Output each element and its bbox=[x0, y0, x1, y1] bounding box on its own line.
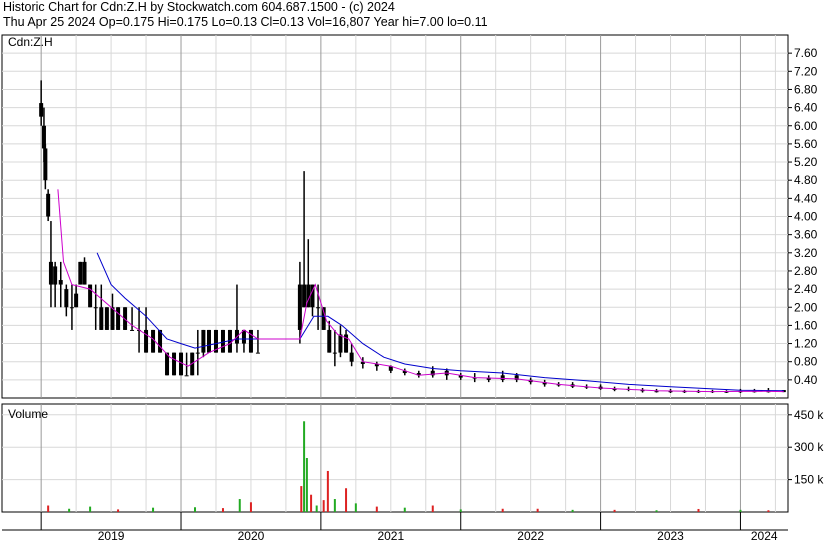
year-label: 2019 bbox=[98, 529, 125, 543]
volume-bar bbox=[300, 486, 303, 512]
price-body bbox=[99, 307, 104, 330]
volume-bar bbox=[459, 509, 462, 512]
price-body bbox=[110, 307, 115, 330]
volume-bar bbox=[571, 509, 574, 512]
volume-bar bbox=[221, 508, 224, 512]
year-label: 2021 bbox=[377, 529, 404, 543]
price-tick-label: 6.00 bbox=[794, 119, 818, 133]
volume-bar bbox=[767, 510, 770, 512]
volume-bar bbox=[613, 509, 616, 512]
price-body bbox=[74, 293, 79, 308]
price-body bbox=[93, 307, 98, 309]
volume-bar bbox=[238, 499, 241, 512]
price-tick-label: 2.80 bbox=[794, 264, 818, 278]
price-tick-label: 6.80 bbox=[794, 82, 818, 96]
price-body bbox=[48, 261, 53, 285]
price-tick-label: 7.60 bbox=[794, 46, 818, 60]
price-tick-label: 5.60 bbox=[794, 137, 818, 151]
price-body bbox=[206, 329, 211, 353]
price-body bbox=[302, 284, 307, 308]
volume-bar bbox=[303, 421, 306, 512]
price-body bbox=[39, 103, 44, 117]
price-tick-label: 0.80 bbox=[794, 355, 818, 369]
price-body bbox=[184, 375, 189, 377]
price-body bbox=[69, 307, 74, 309]
volume-tick-label: 300 k bbox=[794, 440, 824, 454]
price-body bbox=[297, 284, 302, 330]
price-body bbox=[654, 391, 659, 393]
volume-bar bbox=[322, 500, 325, 512]
price-tick-label: 3.20 bbox=[794, 246, 818, 260]
volume-bar bbox=[354, 503, 357, 512]
price-body bbox=[43, 148, 48, 181]
price-body bbox=[82, 261, 87, 285]
volume-tick-label: 150 k bbox=[794, 473, 824, 487]
price-body bbox=[53, 266, 58, 285]
stock-chart: 7.60 7.20 6.80 6.40 6.00 5.60 5.20 4.80 4.40 4.00… bbox=[1, 34, 824, 543]
volume-bar bbox=[375, 506, 378, 512]
volume-bar bbox=[345, 488, 348, 512]
price-body bbox=[58, 280, 63, 285]
year-label: 2020 bbox=[238, 529, 265, 543]
volume-bar bbox=[152, 507, 155, 512]
price-body bbox=[116, 307, 121, 330]
volume-bar bbox=[315, 505, 318, 512]
price-tick-label: 7.20 bbox=[794, 64, 818, 78]
price-body bbox=[172, 352, 177, 376]
volume-bar bbox=[697, 508, 700, 512]
price-body bbox=[316, 307, 321, 309]
volume-tick-label: 450 k bbox=[794, 408, 824, 422]
volume-bar bbox=[68, 508, 71, 512]
moving-average-long bbox=[96, 252, 784, 392]
price-tick-label: 1.60 bbox=[794, 318, 818, 332]
price-body bbox=[500, 375, 505, 380]
price-tick-label: 2.40 bbox=[794, 282, 818, 296]
price-body bbox=[327, 329, 332, 353]
price-panel-label: Cdn:Z.H bbox=[8, 35, 53, 49]
price-body bbox=[195, 352, 200, 354]
price-panel: 7.60 7.20 6.80 6.40 6.00 5.60 5.20 4.80 4.40 4.00… bbox=[1, 34, 818, 399]
price-tick-label: 2.00 bbox=[794, 300, 818, 314]
year-label: 2022 bbox=[517, 529, 544, 543]
price-tick-label: 3.60 bbox=[794, 228, 818, 242]
price-body bbox=[88, 284, 93, 308]
price-tick-label: 4.80 bbox=[794, 173, 818, 187]
volume-bar bbox=[501, 508, 504, 512]
price-body bbox=[332, 352, 337, 354]
price-body bbox=[46, 193, 51, 217]
price-tick-label: 1.20 bbox=[794, 337, 818, 351]
volume-bar bbox=[47, 505, 50, 512]
price-body bbox=[349, 352, 354, 362]
price-body bbox=[78, 261, 83, 285]
price-body bbox=[201, 329, 206, 353]
volume-panel-label: Volume bbox=[8, 407, 48, 421]
volume-bar bbox=[333, 499, 336, 512]
volume-bar bbox=[431, 505, 434, 512]
volume-bar bbox=[305, 458, 308, 512]
volume-bar bbox=[89, 506, 92, 512]
price-body bbox=[64, 289, 69, 308]
volume-bar bbox=[117, 509, 120, 512]
x-axis: 2019 2020 2021 2022 2023 2024 bbox=[2, 512, 788, 543]
price-tick-label: 6.40 bbox=[794, 101, 818, 115]
year-label: 2023 bbox=[657, 529, 684, 543]
price-tick-label: 5.20 bbox=[794, 155, 818, 169]
volume-bar bbox=[655, 510, 658, 512]
volume-bar bbox=[194, 507, 197, 512]
price-body bbox=[338, 334, 343, 353]
volume-bar bbox=[310, 494, 313, 512]
volume-panel: 450 k 300 k 150 k bbox=[1, 403, 824, 513]
volume-bar bbox=[739, 509, 742, 512]
price-body bbox=[104, 307, 109, 330]
price-tick-label: 4.40 bbox=[794, 191, 818, 205]
volume-bar bbox=[326, 470, 329, 512]
volume-bar bbox=[249, 502, 252, 512]
price-tick-label: 4.00 bbox=[794, 210, 818, 224]
price-tick-label: 0.40 bbox=[794, 373, 818, 387]
volume-bar bbox=[536, 508, 539, 512]
price-body bbox=[130, 329, 135, 331]
volume-bar bbox=[403, 507, 406, 512]
price-body bbox=[255, 352, 260, 354]
year-label: 2024 bbox=[751, 529, 778, 543]
